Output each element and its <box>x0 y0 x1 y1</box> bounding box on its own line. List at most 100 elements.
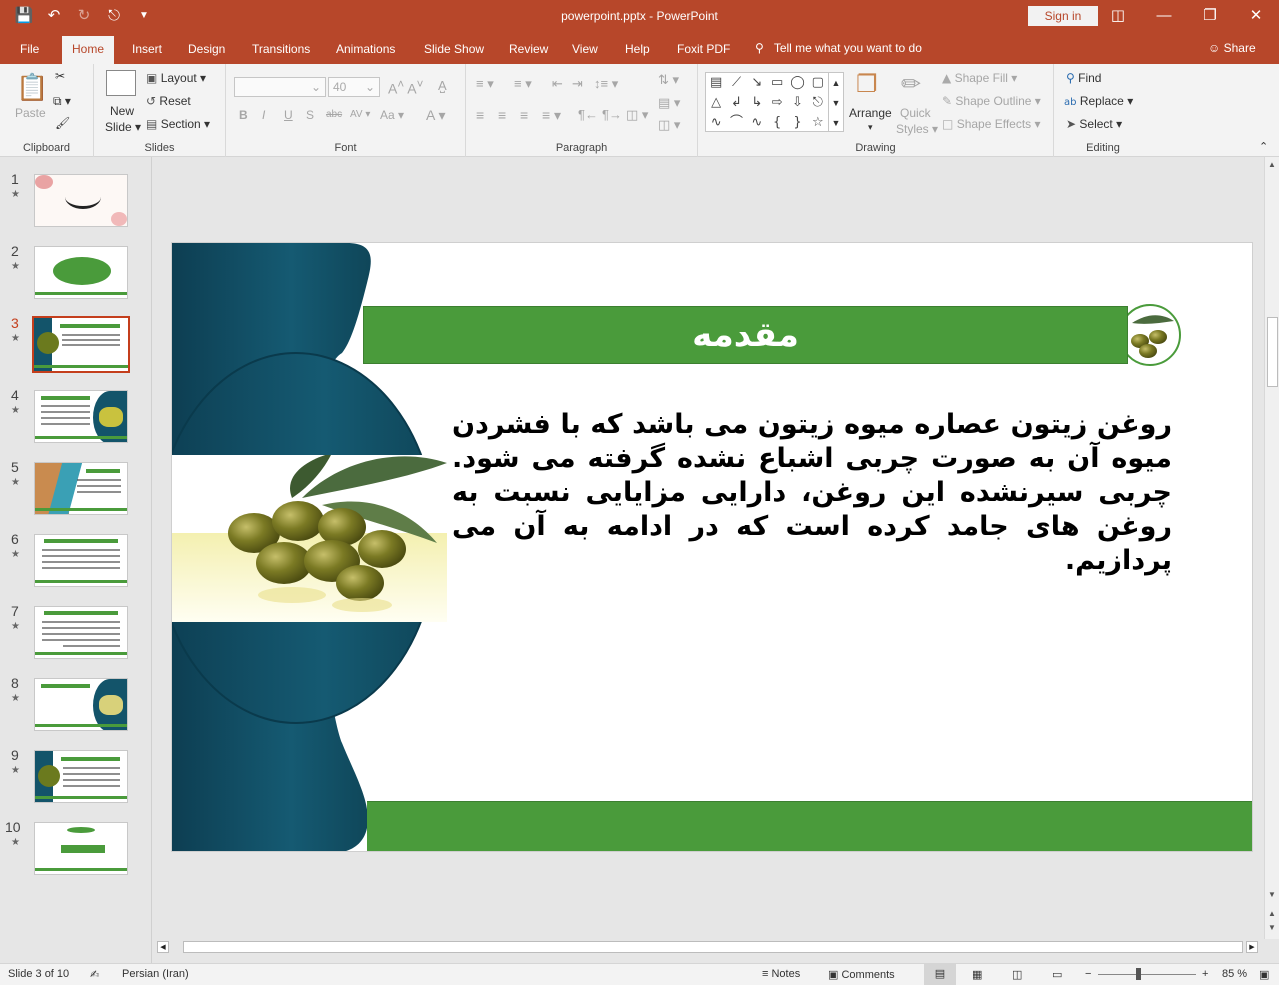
rtl-icon[interactable]: ¶← <box>578 107 598 122</box>
oval-shape-icon[interactable]: ◯ <box>787 73 807 93</box>
reading-view-icon[interactable]: ◫ <box>1012 968 1022 981</box>
new-slide-button[interactable]: New <box>110 104 134 118</box>
tab-review[interactable]: Review <box>509 42 548 56</box>
cut-icon[interactable]: ✂ <box>55 69 65 83</box>
align-right-icon[interactable]: ≡ <box>520 107 528 123</box>
slide-body-text[interactable]: روغن زیتون عصاره میوه زیتون می باشد که ب… <box>452 408 1172 578</box>
justify-icon[interactable]: ≡ ▾ <box>542 107 561 124</box>
shape-effects-button[interactable]: □ Shape Effects ▾ <box>942 117 1041 131</box>
replace-button[interactable]: ab Replace ▾ <box>1064 94 1133 108</box>
textbox-shape-icon[interactable]: ▤ <box>706 73 726 93</box>
paste-button[interactable]: Paste <box>15 106 46 120</box>
align-left-icon[interactable]: ≡ <box>476 107 484 123</box>
font-color-icon[interactable]: A ▾ <box>426 107 445 124</box>
slide-thumbnail-7[interactable] <box>34 606 128 659</box>
slideshow-view-icon[interactable]: ▭ <box>1052 968 1062 981</box>
thumbnail-row[interactable]: 7 ★ <box>0 603 152 663</box>
columns-icon[interactable]: ◫ ▾ <box>626 107 648 123</box>
align-text-icon[interactable]: ▤ ▾ <box>658 95 680 111</box>
thumbnail-row[interactable]: 10 ★ <box>0 819 152 879</box>
comments-button[interactable]: ▣ Comments <box>828 968 895 981</box>
section-button[interactable]: ▤ Section ▾ <box>146 117 210 131</box>
slide-title[interactable]: مقدمه <box>363 306 1128 364</box>
spellcheck-icon[interactable]: ✍ <box>90 968 99 981</box>
freeform-shape-icon[interactable]: ∿ <box>706 113 726 133</box>
slide-thumbnail-1[interactable] <box>34 174 128 227</box>
left-brace-shape-icon[interactable]: { <box>767 113 787 133</box>
arrange-dropdown-icon[interactable]: ▾ <box>868 122 873 133</box>
previous-slide-icon[interactable]: ▲ <box>1268 909 1276 918</box>
tab-slide-show[interactable]: Slide Show <box>424 42 484 56</box>
text-direction-icon[interactable]: ⇅ ▾ <box>658 72 679 88</box>
quick-styles-button-2[interactable]: Styles ▾ <box>896 122 938 136</box>
arrange-icon[interactable]: ❐ <box>856 70 878 99</box>
arrow-line-shape-icon[interactable]: ↘ <box>747 73 767 93</box>
ribbon-display-icon[interactable]: ◫ <box>1095 0 1141 33</box>
scroll-right-icon[interactable]: ▶ <box>1246 941 1258 953</box>
rectangle-shape-icon[interactable]: ▭ <box>767 73 787 93</box>
copy-icon[interactable]: ⧉ ▾ <box>53 94 71 109</box>
notes-button[interactable]: ≡ Notes <box>762 968 800 980</box>
fit-slide-icon[interactable]: ▣ <box>1259 968 1269 981</box>
decrease-indent-icon[interactable]: ⇤ <box>552 76 563 92</box>
clear-format-icon[interactable]: A̺ <box>438 78 447 93</box>
close-icon[interactable]: ✕ <box>1233 0 1279 33</box>
font-name-combo[interactable]: ⌄ <box>234 77 326 97</box>
zoom-slider[interactable] <box>1098 974 1196 975</box>
slide-thumbnail-6[interactable] <box>34 534 128 587</box>
elbow-shape-icon[interactable]: ↲ <box>726 93 746 113</box>
zoom-slider-thumb[interactable] <box>1136 968 1141 980</box>
thumbnail-row[interactable]: 8 ★ <box>0 675 152 735</box>
language-indicator[interactable]: Persian (Iran) <box>122 968 189 980</box>
new-slide-icon[interactable] <box>106 70 136 96</box>
scroll-down-icon[interactable]: ▼ <box>1268 890 1276 899</box>
thumbnail-row[interactable]: 9 ★ <box>0 747 152 807</box>
line-spacing-icon[interactable]: ↕≡ ▾ <box>594 76 618 92</box>
shape-fill-button[interactable]: ▲ Shape Fill ▾ <box>942 71 1017 85</box>
thumbnail-row[interactable]: 3 ★ <box>0 315 152 375</box>
thumbnail-row[interactable]: 4 ★ <box>0 387 152 447</box>
thumbnail-row[interactable]: 6 ★ <box>0 531 152 591</box>
curve-shape-icon[interactable]: ∿ <box>747 113 767 133</box>
grow-font-icon[interactable]: A˄ A˅ <box>388 78 423 97</box>
next-slide-icon[interactable]: ▼ <box>1268 923 1276 932</box>
bold-icon[interactable]: B <box>239 108 248 122</box>
strikethrough-icon[interactable]: abc <box>326 109 342 120</box>
increase-indent-icon[interactable]: ⇥ <box>572 76 583 92</box>
scroll-left-icon[interactable]: ◀ <box>157 941 169 953</box>
slide-thumbnail-8[interactable] <box>34 678 128 731</box>
layout-button[interactable]: ▣ Layout ▾ <box>146 71 206 85</box>
tab-insert[interactable]: Insert <box>132 42 162 56</box>
bullets-icon[interactable]: ≡ ▾ <box>476 76 494 92</box>
right-brace-shape-icon[interactable]: } <box>787 113 807 133</box>
slide-thumbnail-5[interactable] <box>34 462 128 515</box>
triangle-shape-icon[interactable]: △ <box>706 93 726 113</box>
share-button[interactable]: ☺ Share <box>1208 41 1256 55</box>
shapes-scroll[interactable]: ▲ ▼ ▼ <box>828 72 844 132</box>
numbering-icon[interactable]: ≡ ▾ <box>514 76 532 92</box>
italic-icon[interactable]: I <box>262 108 265 122</box>
paste-icon[interactable]: 📋 <box>16 72 48 103</box>
select-button[interactable]: ➤ Select ▾ <box>1066 117 1122 131</box>
arc-shape-icon[interactable]: ⌒ <box>726 113 746 133</box>
elbow-arrow-shape-icon[interactable]: ↳ <box>747 93 767 113</box>
change-case-icon[interactable]: Aa ▾ <box>380 108 404 122</box>
tab-animations[interactable]: Animations <box>336 42 395 56</box>
zoom-level[interactable]: 85 % <box>1222 968 1247 980</box>
vertical-scrollbar[interactable]: ▲ ▼ ▲ ▼ <box>1264 157 1279 939</box>
slide-thumbnail-9[interactable] <box>34 750 128 803</box>
reset-button[interactable]: ↺ Reset <box>146 94 191 108</box>
sign-in-button[interactable]: Sign in <box>1028 6 1098 26</box>
tab-home[interactable]: Home <box>62 36 115 64</box>
down-arrow-shape-icon[interactable]: ⇩ <box>787 93 807 113</box>
minimize-icon[interactable]: — <box>1141 0 1187 33</box>
slide-sorter-icon[interactable]: ▦ <box>972 968 982 981</box>
quick-styles-button[interactable]: Quick <box>900 106 931 120</box>
quick-styles-icon[interactable]: ✏ <box>901 70 921 99</box>
char-spacing-icon[interactable]: AV ▾ <box>350 109 370 120</box>
scroll-thumb[interactable] <box>1267 317 1278 387</box>
restore-icon[interactable]: ❐ <box>1187 0 1233 33</box>
zoom-in-icon[interactable]: + <box>1202 968 1208 980</box>
tab-view[interactable]: View <box>572 42 598 56</box>
tab-file[interactable]: File <box>20 42 39 56</box>
